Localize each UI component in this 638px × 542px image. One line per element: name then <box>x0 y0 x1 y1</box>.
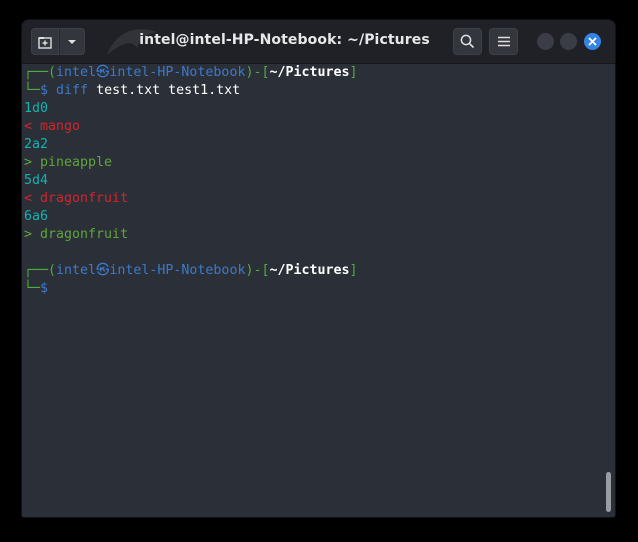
new-tab-icon <box>38 36 52 49</box>
maximize-button[interactable] <box>560 33 577 50</box>
prompt-line-bottom: └─$ <box>24 280 604 298</box>
prompt-frame: └─ <box>24 281 41 296</box>
diff-output-line: 2a2 <box>24 137 49 152</box>
hamburger-menu-icon <box>497 36 510 47</box>
search-button[interactable] <box>453 28 482 55</box>
command-name: diff <box>56 83 89 98</box>
menu-button[interactable] <box>489 28 518 55</box>
prompt-frame: ] <box>349 263 358 278</box>
prompt-host: intel-HP-Notebook <box>109 263 246 278</box>
prompt-at-glyph: ㉿ <box>96 263 110 278</box>
titlebar[interactable]: intel@intel-HP-Notebook: ~/Pictures <box>22 20 615 64</box>
prompt-line-top: ┌──(intel㉿intel-HP-Notebook)-[~/Pictures… <box>24 64 604 82</box>
prompt-host: intel-HP-Notebook <box>109 65 246 80</box>
prompt-path: ~/Pictures <box>269 65 350 80</box>
diff-output-line: < dragonfruit <box>24 191 129 206</box>
prompt-dollar: $ <box>40 281 49 296</box>
prompt-frame: ] <box>349 65 358 80</box>
tab-dropdown-button[interactable] <box>59 28 85 55</box>
prompt-line-top: ┌──(intel㉿intel-HP-Notebook)-[~/Pictures… <box>24 262 604 280</box>
command-args: test.txt test1.txt <box>88 83 241 98</box>
prompt-user: intel <box>56 263 97 278</box>
prompt-user: intel <box>56 65 97 80</box>
terminal-window: intel@intel-HP-Notebook: ~/Pictures ┌──(… <box>22 20 615 517</box>
search-icon <box>460 34 475 49</box>
prompt-path: ~/Pictures <box>269 263 350 278</box>
prompt-frame: ┌──( <box>24 263 57 278</box>
diff-output-line: 5d4 <box>24 173 49 188</box>
window-title: intel@intel-HP-Notebook: ~/Pictures <box>139 32 430 48</box>
diff-output-line: 1d0 <box>24 101 49 116</box>
prompt-at-glyph: ㉿ <box>96 65 110 80</box>
close-button[interactable] <box>584 33 601 50</box>
prompt-frame: )-[ <box>245 65 270 80</box>
terminal-output[interactable]: ┌──(intel㉿intel-HP-Notebook)-[~/Pictures… <box>24 64 604 514</box>
diff-output-line: 6a6 <box>24 209 49 224</box>
minimize-button[interactable] <box>537 33 554 50</box>
new-tab-button[interactable] <box>31 28 59 55</box>
prompt-frame: ┌──( <box>24 65 57 80</box>
chevron-down-icon <box>68 39 76 44</box>
prompt-frame: )-[ <box>245 263 270 278</box>
prompt-frame: └─ <box>24 83 41 98</box>
close-icon <box>588 37 597 46</box>
diff-output-line: > pineapple <box>24 155 113 170</box>
scrollbar-thumb[interactable] <box>606 472 611 512</box>
diff-output-line: < mango <box>24 119 81 134</box>
prompt-line-bottom: └─$ diff test.txt test1.txt <box>24 82 604 100</box>
prompt-dollar: $ <box>40 83 57 98</box>
diff-output-line: > dragonfruit <box>24 227 129 242</box>
